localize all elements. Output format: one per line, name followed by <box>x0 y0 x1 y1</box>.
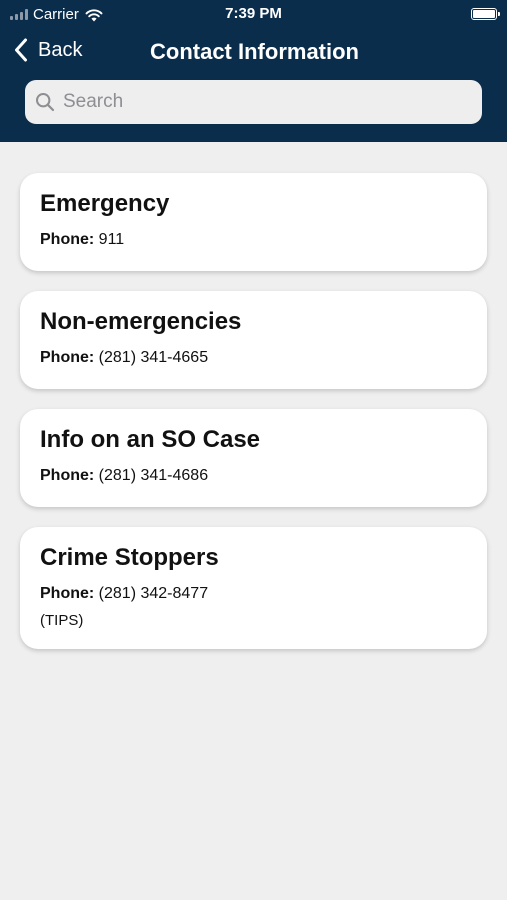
phone-number[interactable]: (281) 342-8477 <box>99 585 208 602</box>
header: Carrier 7:39 PM Back Contact Information <box>0 0 507 142</box>
phone-label: Phone: <box>40 585 95 602</box>
phone-row: Phone: (281) 341-4665 <box>40 348 467 368</box>
page-title-text: Contact Information <box>150 39 359 64</box>
phone-number[interactable]: (281) 341-4665 <box>99 349 208 366</box>
phone-number[interactable]: 911 <box>99 231 125 248</box>
phone-row: Phone: (281) 341-4686 <box>40 466 467 486</box>
contact-card-non-emergencies[interactable]: Non-emergencies Phone: (281) 341-4665 <box>20 291 487 389</box>
contact-title: Non-emergencies <box>40 308 242 335</box>
phone-label: Phone: <box>40 467 95 484</box>
contact-card-so-case[interactable]: Info on an SO Case Phone: (281) 341-4686 <box>20 409 487 507</box>
phone-label: Phone: <box>40 231 95 248</box>
contact-title: Emergency <box>40 190 170 217</box>
phone-row: Phone: (281) 342-8477 <box>40 584 467 604</box>
contact-title: Crime Stoppers <box>40 544 219 571</box>
status-time: 7:39 PM <box>225 5 282 22</box>
contact-card-emergency[interactable]: Emergency Phone: 911 <box>20 173 487 271</box>
battery-icon <box>471 8 500 20</box>
contact-card-crime-stoppers[interactable]: Crime Stoppers Phone: (281) 342-8477 (TI… <box>20 527 487 649</box>
contact-note: (TIPS) <box>40 612 84 629</box>
search-icon <box>36 93 55 112</box>
page-title: Contact Information <box>0 39 507 65</box>
phone-row: Phone: 911 <box>40 230 467 250</box>
search-input[interactable] <box>63 91 463 113</box>
contact-title: Info on an SO Case <box>40 426 261 453</box>
contact-list: Emergency Phone: 911 Non-emergencies Pho… <box>20 173 487 669</box>
phone-number[interactable]: (281) 341-4686 <box>99 467 208 484</box>
status-bar: Carrier 7:39 PM <box>0 0 507 28</box>
battery-fill <box>473 10 495 18</box>
nav-bar: Back Contact Information <box>0 30 507 74</box>
search-bar[interactable] <box>25 80 482 124</box>
phone-label: Phone: <box>40 349 95 366</box>
